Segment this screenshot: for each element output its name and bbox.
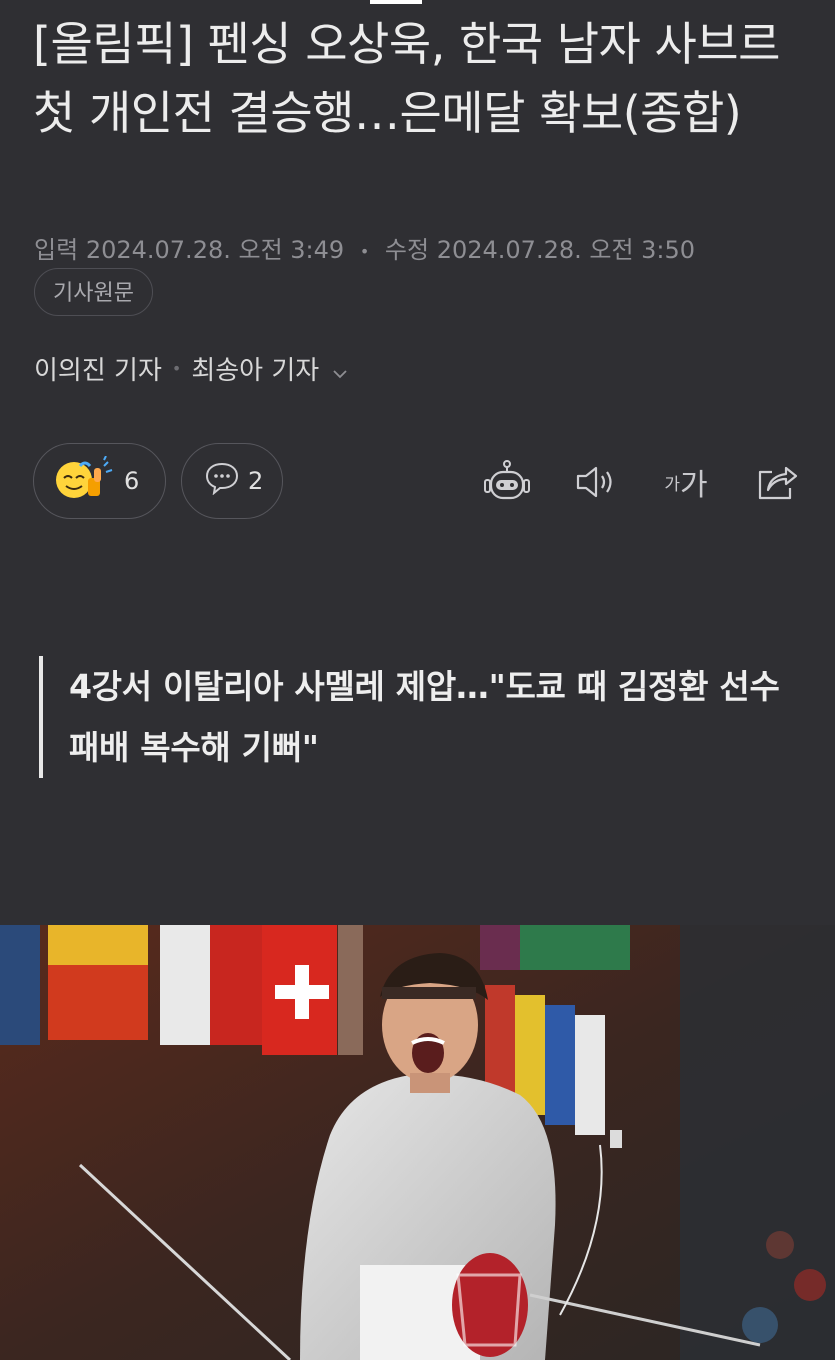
article-title: [올림픽] 펜싱 오상욱, 한국 남자 사브르 첫 개인전 결승행…은메달 확보… [33, 17, 780, 140]
reaction-button[interactable]: 6 [33, 443, 166, 519]
font-size-button[interactable]: 가가 [660, 458, 712, 506]
reaction-count: 6 [124, 467, 140, 495]
speaker-icon[interactable] [572, 458, 620, 506]
share-icon[interactable] [752, 458, 800, 506]
article-photo [0, 925, 835, 1360]
reporter-name[interactable]: 최송아 기자 [191, 350, 319, 387]
top-indicator [370, 0, 422, 4]
font-size-small: 가 [664, 474, 681, 495]
meta-separator: • [359, 241, 370, 261]
published-label: 입력 [34, 236, 79, 264]
article-subheadline: 4강서 이탈리아 사멜레 제압…"도쿄 때 김정환 선수 패배 복수해 기뻐" [39, 656, 799, 778]
original-article-button[interactable]: 기사원문 [34, 268, 153, 316]
modified-time: 2024.07.28. 오전 3:50 [436, 236, 696, 264]
reporter-separator: • [171, 359, 182, 378]
published-time: 2024.07.28. 오전 3:49 [85, 236, 345, 264]
font-size-large: 가 [680, 468, 708, 503]
reporter-name[interactable]: 이의진 기자 [34, 350, 162, 387]
smiley-thumbsup-icon [54, 455, 116, 506]
reporter-list[interactable]: 이의진 기자 • 최송아 기자 [34, 350, 349, 387]
comment-bubble-icon [204, 461, 240, 501]
robot-icon[interactable] [483, 458, 531, 506]
modified-label: 수정 [384, 236, 430, 264]
subheadline-text: 4강서 이탈리아 사멜레 제압…"도쿄 때 김정환 선수 패배 복수해 기뻐" [69, 667, 780, 767]
comment-count: 2 [248, 467, 264, 495]
chevron-down-icon[interactable] [331, 360, 349, 378]
article-meta: 입력 2024.07.28. 오전 3:49 • 수정 2024.07.28. … [34, 230, 695, 265]
comment-button[interactable]: 2 [181, 443, 283, 519]
